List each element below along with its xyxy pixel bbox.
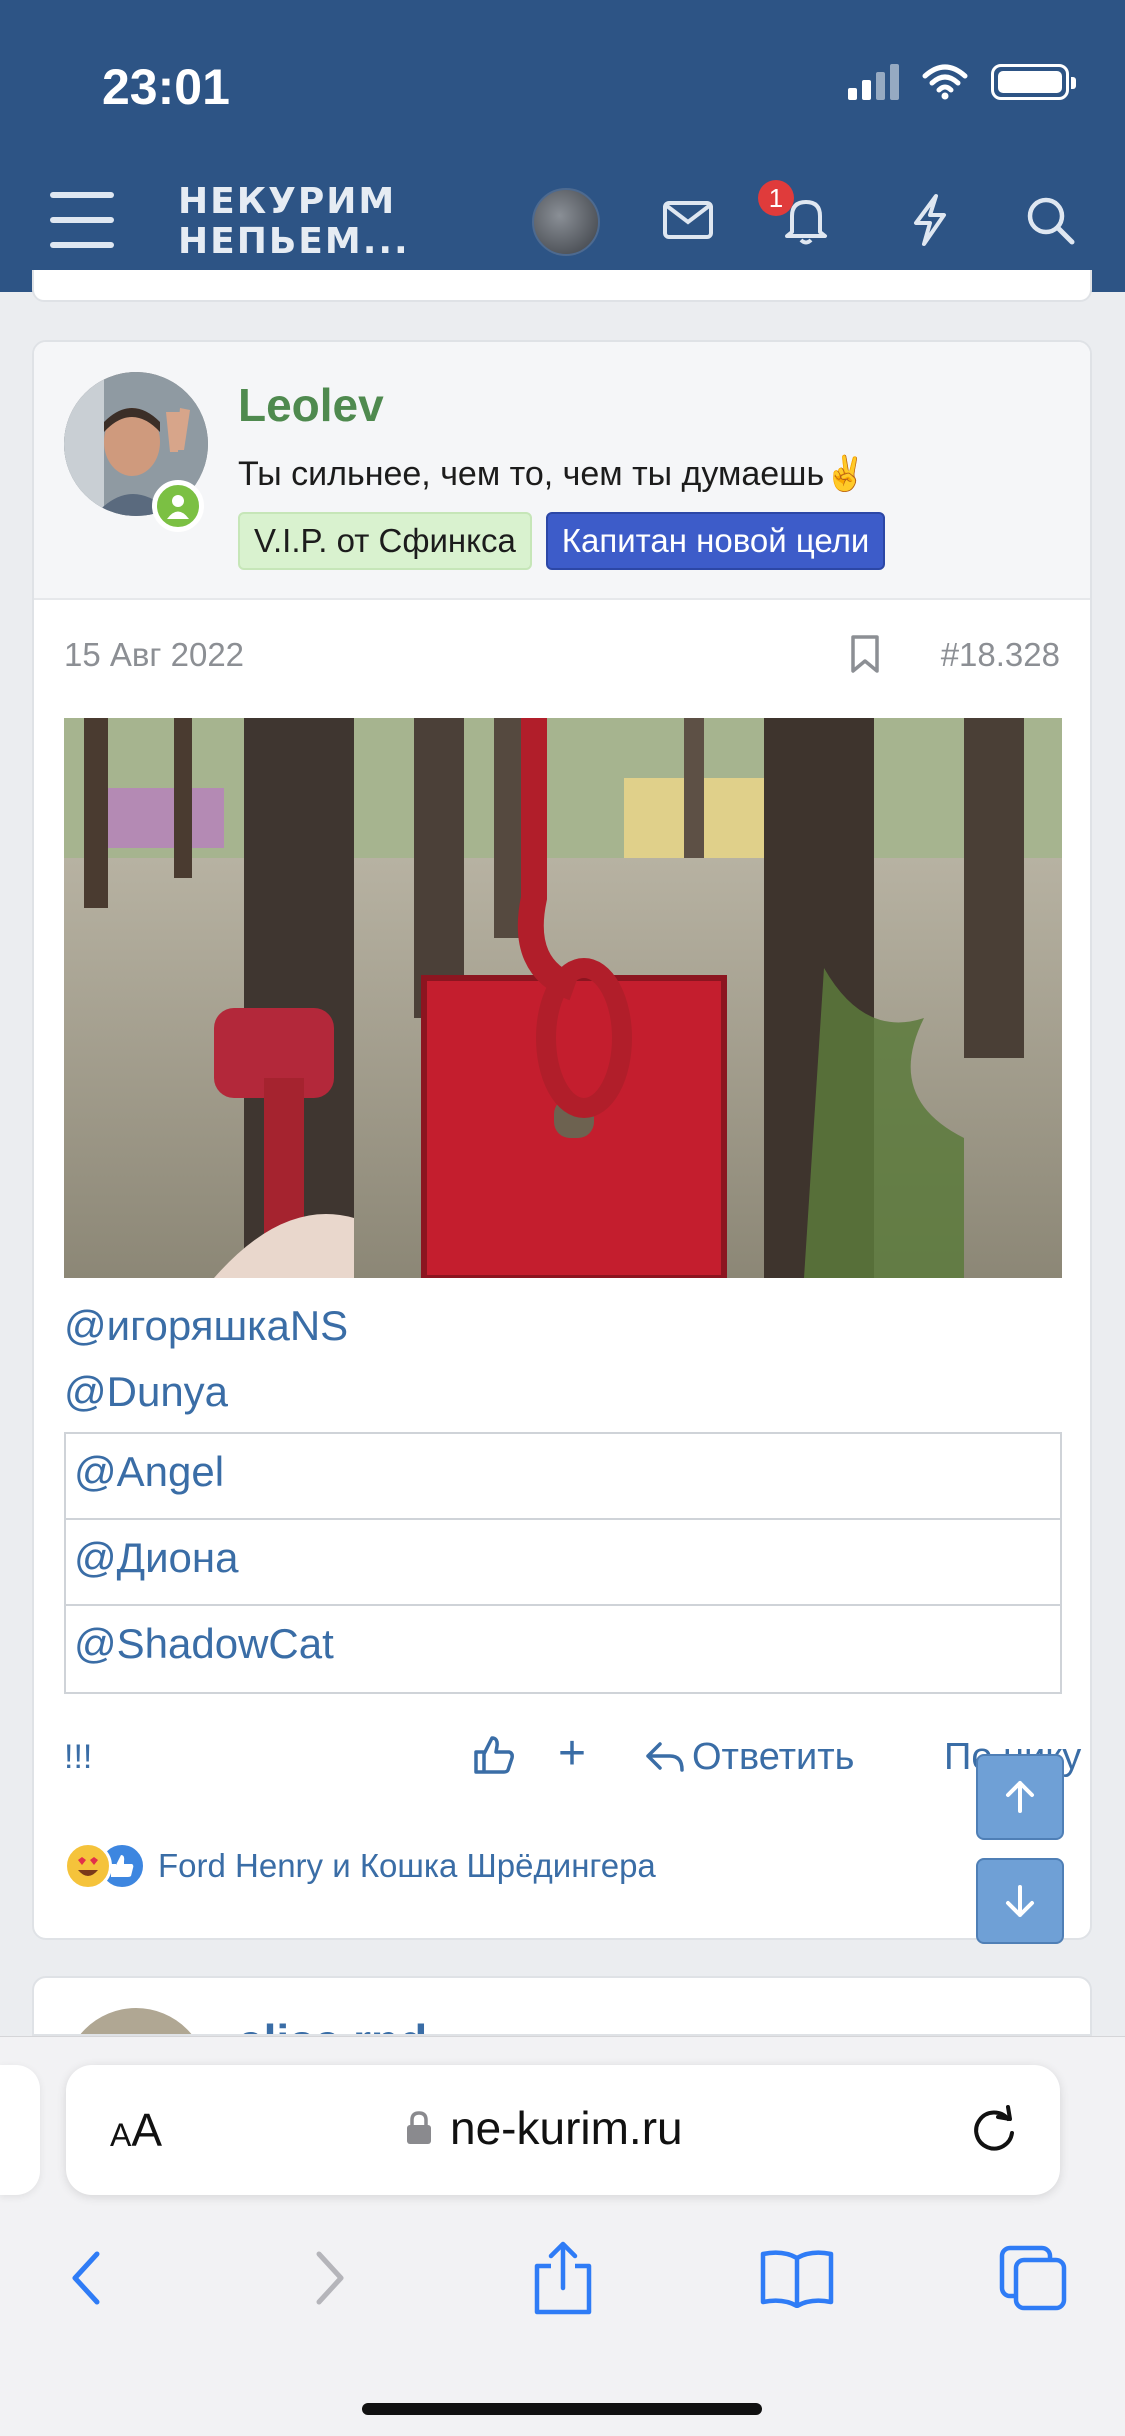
table-row-mention[interactable]: @Диона bbox=[66, 1520, 1060, 1606]
logo-line-1: НЕКУРИМ bbox=[178, 181, 397, 222]
home-indicator[interactable] bbox=[362, 2403, 762, 2415]
reload-icon[interactable] bbox=[968, 2103, 1020, 2160]
tabs-icon[interactable] bbox=[988, 2233, 1078, 2323]
post-number[interactable]: #18.328 bbox=[941, 636, 1060, 674]
search-icon[interactable] bbox=[1020, 190, 1080, 250]
bookmark-icon[interactable] bbox=[848, 634, 882, 679]
wifi-icon bbox=[922, 64, 968, 100]
app-header: 23:01 НЕКУРИМ НЕПЬЕМ... 1 bbox=[0, 0, 1125, 292]
notification-badge: 1 bbox=[758, 180, 794, 216]
lock-icon bbox=[407, 2111, 431, 2144]
tag-vip: V.I.P. от Сфинкса bbox=[238, 512, 532, 570]
mentions-table: @Angel @Диона @ShadowCat bbox=[64, 1432, 1062, 1694]
site-logo[interactable]: НЕКУРИМ НЕПЬЕМ... bbox=[178, 182, 410, 262]
share-icon[interactable] bbox=[518, 2233, 608, 2323]
status-icons bbox=[848, 64, 1076, 100]
like-icon[interactable] bbox=[472, 1732, 516, 1781]
browser-toolbar bbox=[0, 2233, 1125, 2323]
user-tags: V.I.P. от Сфинкса Капитан новой цели bbox=[238, 512, 886, 570]
menu-icon[interactable] bbox=[50, 192, 114, 248]
post-actions: !!! + Ответить По нику bbox=[64, 1727, 1081, 1788]
user-avatar[interactable] bbox=[532, 188, 600, 256]
author-name[interactable]: Leolev bbox=[238, 378, 384, 432]
previous-tab-preview[interactable] bbox=[0, 2065, 40, 2195]
logo-line-2: НЕПЬЕМ... bbox=[178, 221, 410, 262]
exclaim-link[interactable]: !!! bbox=[64, 1738, 92, 1777]
previous-post-fragment bbox=[32, 270, 1092, 302]
author-title: Ты сильнее, чем то, чем ты думаешь✌️ bbox=[238, 455, 867, 493]
post-header: Leolev Ты сильнее, чем то, чем ты думаеш… bbox=[34, 342, 1090, 600]
add-reaction-button[interactable]: + bbox=[558, 1726, 586, 1781]
address-bar[interactable]: AA ne-kurim.ru bbox=[66, 2065, 1060, 2195]
arrow-down-icon bbox=[1006, 1885, 1034, 1917]
scroll-down-button[interactable] bbox=[976, 1858, 1064, 1944]
browser-bottom-bar: AA ne-kurim.ru bbox=[0, 2036, 1125, 2436]
scroll-up-button[interactable] bbox=[976, 1754, 1064, 1840]
reactions-users[interactable]: Ford Henry и Кошка Шрёдингера bbox=[158, 1847, 656, 1885]
lightning-icon[interactable] bbox=[900, 190, 960, 250]
cellular-signal-icon bbox=[848, 64, 899, 100]
mail-icon[interactable] bbox=[658, 190, 718, 250]
url-text: ne-kurim.ru bbox=[450, 2102, 683, 2154]
next-author-avatar[interactable] bbox=[64, 2008, 208, 2034]
arrow-up-icon bbox=[1006, 1781, 1034, 1813]
online-status-icon bbox=[152, 480, 204, 532]
table-row-mention[interactable]: @Angel bbox=[66, 1434, 1060, 1520]
table-row-mention[interactable]: @ShadowCat bbox=[66, 1606, 1060, 1692]
post-image[interactable] bbox=[64, 718, 1062, 1278]
post-card: Leolev Ты сильнее, чем то, чем ты думаеш… bbox=[32, 340, 1092, 1940]
battery-icon bbox=[991, 64, 1076, 100]
mention-link[interactable]: @Dunya bbox=[64, 1368, 228, 1416]
reactions-summary: Ford Henry и Кошка Шрёдингера bbox=[64, 1842, 656, 1890]
status-time: 23:01 bbox=[102, 59, 230, 115]
reply-button[interactable]: Ответить bbox=[644, 1736, 854, 1779]
love-eyes-icon bbox=[64, 1842, 112, 1890]
forward-icon[interactable] bbox=[284, 2233, 374, 2323]
reply-icon bbox=[646, 1741, 684, 1772]
reply-label: Ответить bbox=[692, 1736, 855, 1778]
bookmarks-icon[interactable] bbox=[752, 2233, 842, 2323]
tag-captain: Капитан новой цели bbox=[545, 512, 886, 570]
post-date[interactable]: 15 Авг 2022 bbox=[64, 636, 244, 674]
back-icon[interactable] bbox=[42, 2233, 132, 2323]
nav-bar: НЕКУРИМ НЕПЬЕМ... 1 bbox=[0, 180, 1125, 262]
url-display: ne-kurim.ru bbox=[406, 2101, 683, 2155]
mention-link[interactable]: @игоряшкаNS bbox=[64, 1302, 348, 1350]
next-post-fragment: alisa.rnd bbox=[32, 1976, 1092, 2036]
post-photo-illustration bbox=[64, 718, 1062, 1278]
reader-options-button[interactable]: AA bbox=[110, 2103, 162, 2157]
next-author-name[interactable]: alisa.rnd bbox=[238, 2014, 427, 2034]
